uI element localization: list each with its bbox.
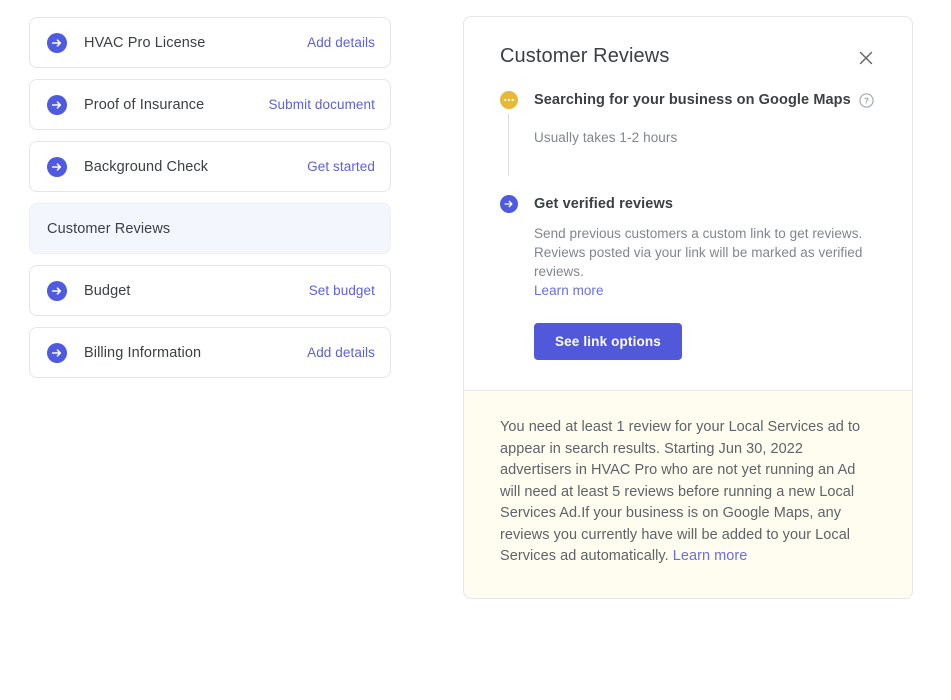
step-title: Get verified reviews	[534, 196, 674, 212]
sidebar-item-label: HVAC Pro License	[84, 34, 206, 51]
progress-steps: Searching for your business on Google Ma…	[500, 90, 876, 360]
see-link-options-button[interactable]: See link options	[534, 323, 682, 360]
sidebar-item-action-link[interactable]: Set budget	[309, 283, 375, 298]
sidebar-item-proof-of-insurance[interactable]: Proof of Insurance Submit document	[29, 79, 391, 130]
sidebar-item-budget[interactable]: Budget Set budget	[29, 265, 391, 316]
notice-learn-more-link[interactable]: Learn more	[673, 548, 748, 564]
step-subtext: Usually takes 1-2 hours	[534, 130, 678, 145]
step-title-row: Searching for your business on Google Ma…	[534, 90, 876, 110]
sidebar-item-label: Billing Information	[84, 344, 202, 361]
sidebar-item-action-link[interactable]: Add details	[307, 345, 375, 360]
sidebar-item-background-check[interactable]: Background Check Get started	[29, 141, 391, 192]
arrow-circle-icon	[47, 342, 67, 363]
arrow-circle-icon	[47, 280, 67, 301]
setup-checklist-sidebar: HVAC Pro License Add details Proof of In…	[29, 17, 391, 389]
learn-more-link[interactable]: Learn more	[534, 283, 604, 298]
sidebar-item-label: Budget	[84, 282, 131, 299]
step-content: Searching for your business on Google Ma…	[534, 90, 876, 148]
page-root: HVAC Pro License Add details Proof of In…	[0, 0, 951, 700]
svg-text:?: ?	[864, 96, 869, 105]
step-connector-line	[508, 114, 509, 176]
reviews-requirement-notice: You need at least 1 review for your Loca…	[464, 390, 912, 598]
step-title-row: Get verified reviews	[534, 194, 876, 214]
step-content: Get verified reviews Send previous custo…	[534, 194, 876, 360]
pending-dots-icon	[500, 91, 518, 109]
panel-header: Customer Reviews	[500, 43, 876, 70]
step-searching-google-maps: Searching for your business on Google Ma…	[500, 90, 876, 148]
arrow-circle-icon	[500, 195, 518, 213]
sidebar-item-label: Proof of Insurance	[84, 96, 205, 113]
sidebar-item-label: Customer Reviews	[47, 220, 171, 237]
arrow-circle-icon	[47, 156, 67, 177]
arrow-circle-icon	[47, 94, 67, 115]
customer-reviews-panel: Customer Reviews Searching for your busi…	[463, 16, 913, 599]
notice-text-block: You need at least 1 review for your Loca…	[500, 417, 876, 568]
step-title: Searching for your business on Google Ma…	[534, 92, 851, 108]
step-description-line-1: Send previous customers a custom link to…	[534, 226, 863, 241]
arrow-circle-icon	[47, 32, 67, 53]
close-icon[interactable]	[854, 46, 878, 70]
panel-body: Customer Reviews Searching for your busi…	[464, 17, 912, 390]
step-description: Send previous customers a custom link to…	[534, 224, 876, 300]
sidebar-item-hvac-pro-license[interactable]: HVAC Pro License Add details	[29, 17, 391, 68]
sidebar-item-action-link[interactable]: Get started	[307, 159, 375, 174]
notice-text: You need at least 1 review for your Loca…	[500, 419, 861, 564]
panel-title: Customer Reviews	[500, 45, 670, 67]
sidebar-item-action-link[interactable]: Add details	[307, 35, 375, 50]
sidebar-item-action-link[interactable]: Submit document	[268, 97, 375, 112]
sidebar-item-label: Background Check	[84, 158, 209, 175]
sidebar-item-customer-reviews[interactable]: Customer Reviews	[29, 203, 391, 254]
step-get-verified-reviews: Get verified reviews Send previous custo…	[500, 194, 876, 360]
step-description-line-2: Reviews posted via your link will be mar…	[534, 245, 863, 279]
help-circle-icon[interactable]: ?	[859, 92, 874, 108]
sidebar-item-billing-information[interactable]: Billing Information Add details	[29, 327, 391, 378]
